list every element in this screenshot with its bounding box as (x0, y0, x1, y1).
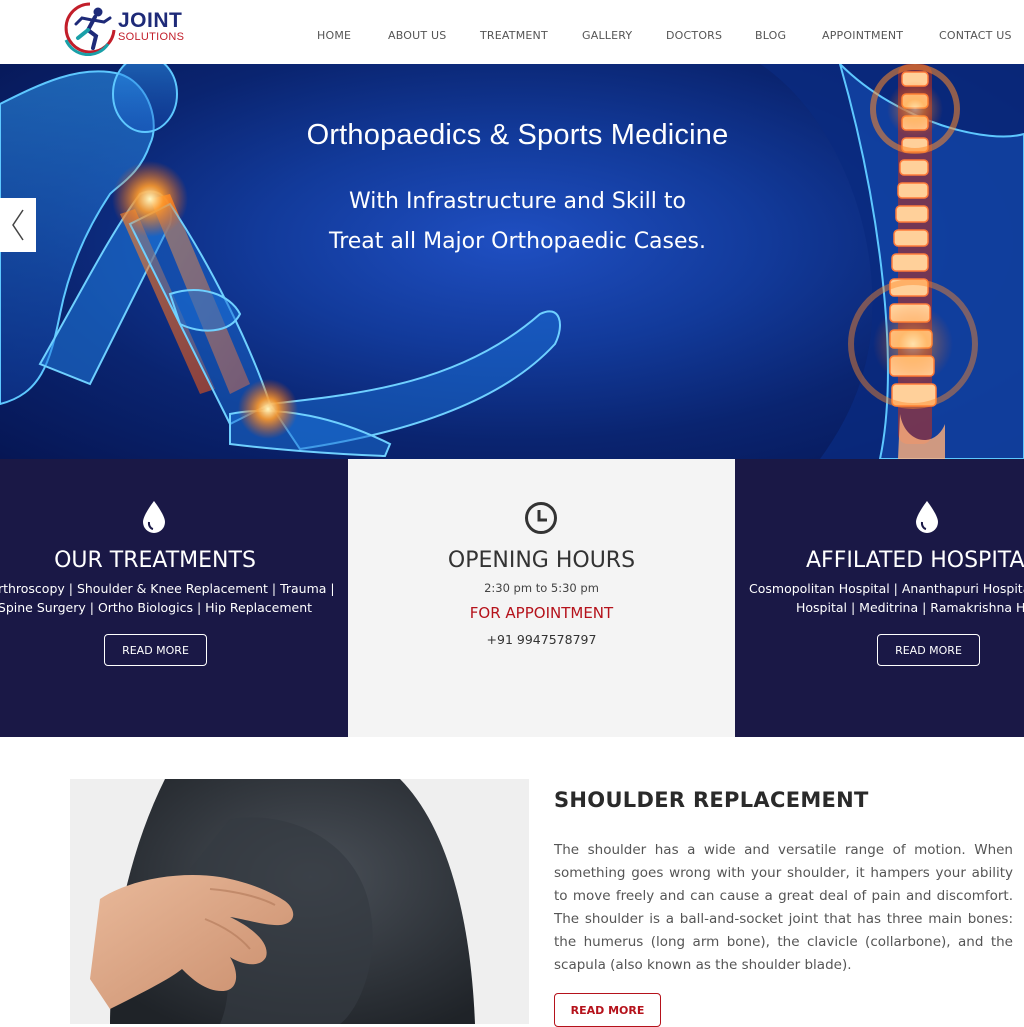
logo-runner-icon (64, 2, 116, 57)
treatments-line1: Arthroscopy | Shoulder & Knee Replacemen… (0, 581, 335, 596)
slider-prev-button[interactable] (0, 198, 36, 252)
shoulder-line-6: scapula (also known as the shoulder blad… (554, 957, 852, 973)
logo[interactable]: JOINT SOLUTIONS (60, 0, 200, 57)
shoulder-line-5: the humerus (long arm bone), the clavicl… (554, 934, 1013, 950)
hospitals-panel: AFFILATED HOSPITALS Cosmopolitan Hospita… (735, 459, 1024, 737)
clock-icon (525, 502, 557, 534)
nav-gallery[interactable]: GALLERY (582, 29, 632, 42)
nav-about-us[interactable]: ABOUT US (388, 29, 446, 42)
shoulder-photo (70, 779, 529, 1024)
shoulder-line-3: to move freely and can cause a great dea… (554, 888, 1013, 904)
hero-subtitle-line2: Treat all Major Orthopaedic Cases. (328, 229, 706, 254)
hospitals-line2: Hospital | Meditrina | Ramakrishna Hospi… (796, 600, 1024, 615)
shoulder-line-1: The shoulder has a wide and versatile ra… (554, 842, 1013, 858)
hero-slider: Orthopaedics & Sports Medicine With Infr… (0, 64, 1024, 459)
shoulder-read-more-button[interactable]: READ MORE (554, 993, 661, 1027)
hospitals-read-more-button[interactable]: READ MORE (877, 634, 980, 666)
nav-contact-us[interactable]: CONTACT US (939, 29, 1012, 42)
shoulder-title: SHOULDER REPLACEMENT (554, 788, 869, 812)
nav-doctors[interactable]: DOCTORS (666, 29, 722, 42)
drop-icon (143, 501, 165, 533)
shoulder-image (70, 779, 529, 1024)
nav-appointment[interactable]: APPOINTMENT (822, 29, 903, 42)
nav-home[interactable]: HOME (317, 29, 351, 42)
hero-title: Orthopaedics & Sports Medicine (306, 119, 729, 151)
treatments-line2: Spine Surgery | Ortho Biologics | Hip Re… (0, 600, 313, 615)
nav-treatment[interactable]: TREATMENT (480, 29, 548, 42)
treatments-read-more-button[interactable]: READ MORE (104, 634, 207, 666)
hero-subtitle-line1: With Infrastructure and Skill to (349, 189, 686, 214)
nav-blog[interactable]: BLOG (755, 29, 786, 42)
shoulder-description: The shoulder has a wide and versatile ra… (554, 839, 1013, 977)
opening-hours-title: OPENING HOURS (447, 548, 636, 573)
drop-icon (916, 501, 938, 533)
hospitals-title: AFFILATED HOSPITALS (806, 548, 1024, 573)
treatments-title: OUR TREATMENTS (54, 548, 256, 573)
shoulder-line-4: The shoulder is a ball-and-socket joint … (554, 911, 1013, 927)
chevron-left-icon (12, 209, 24, 241)
appointment-label: FOR APPOINTMENT (469, 604, 614, 622)
hospitals-line1: Cosmopolitan Hospital | Ananthapuri Hosp… (749, 581, 1024, 596)
shoulder-line-2: something goes wrong with your shoulder,… (554, 865, 1013, 881)
logo-name: JOINT (118, 9, 183, 32)
main-nav: HOME ABOUT US TREATMENT GALLERY DOCTORS … (0, 29, 1024, 43)
opening-hours-time: 2:30 pm to 5:30 pm (484, 581, 599, 595)
site-header: JOINT SOLUTIONS HOME ABOUT US TREATMENT … (0, 0, 1024, 64)
treatments-panel: OUR TREATMENTS Arthroscopy | Shoulder & … (0, 459, 348, 737)
opening-hours-panel: OPENING HOURS 2:30 pm to 5:30 pm FOR APP… (348, 459, 735, 737)
appointment-phone[interactable]: +91 9947578797 (348, 630, 735, 649)
